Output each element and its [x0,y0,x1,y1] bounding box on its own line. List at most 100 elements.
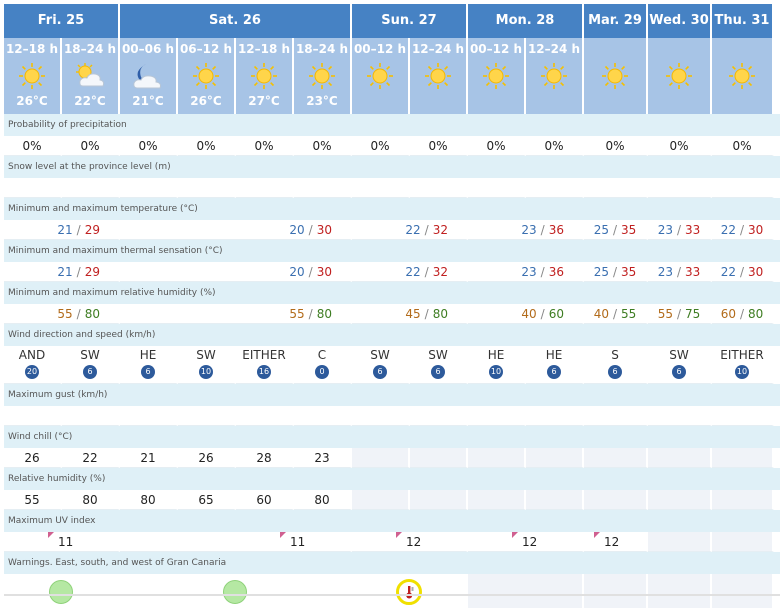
sun-icon [712,58,772,94]
day-header-thu[interactable]: Thu. 31 [712,4,774,38]
period-label: 12–24 h [527,42,581,56]
wind-label: Wind direction and speed (km/h) [4,324,780,346]
period-label [584,38,646,58]
wind-direction: AND [18,348,46,362]
day-header-mar[interactable]: Mar. 29 [584,4,648,38]
period-temp: 26°C [190,94,222,108]
wind-speed-badge: 16 [257,365,271,379]
wind-row: AND 20 SW 6 HE 6 SW 10 EITHER 16 C 0 SW 6 SW 6 HE 10 HE 6 S 6… [4,346,780,384]
sun-icon [4,58,60,94]
day-header-row: Fri. 25 Sat. 26 Sun. 27 Mon. 28 Mar. 29 … [4,4,780,38]
sun-icon [648,58,710,94]
rh-value: 80 [62,490,120,510]
period-temp: 23°C [306,94,338,108]
chill-value [352,448,410,468]
max-value: 35 [621,265,637,279]
separator: / [540,265,545,279]
thermal-minmax: 25/35 [584,262,648,282]
max-value: 30 [748,223,764,237]
max-value: 60 [548,307,564,321]
period-label: 12–18 h [5,42,59,56]
max-value: 29 [84,223,100,237]
temp-label: Minimum and maximum temperature (°C) [4,198,780,220]
gust-label: Maximum gust (km/h) [4,384,780,406]
humidity_mm-minmax: 55/80 [4,304,120,324]
humidity_mm-minmax: 60/80 [712,304,774,324]
warning-empty-cell [712,574,774,608]
period-cell [648,38,712,114]
uv-flag-icon [396,532,402,538]
wind-speed-badge: 6 [431,365,445,379]
uv-flag-icon [594,532,600,538]
separator: / [308,307,313,321]
rh-value: 55 [4,490,62,510]
warning-cell [4,574,120,608]
temp-minmax: 22/30 [712,220,774,240]
min-value: 45 [405,307,421,321]
warning-green-icon[interactable] [223,580,247,604]
separator: / [424,223,429,237]
min-value: 25 [593,223,609,237]
snow-value [648,178,712,198]
wind-speed: 10 [736,367,748,376]
wind-cell: HE 10 [468,346,526,384]
wind-cell: S6 [584,346,648,384]
warning-heat-icon[interactable] [396,579,422,605]
temp-minmax: 23/36 [468,220,584,240]
snow-value [526,178,584,198]
period-temp: 22°C [74,94,106,108]
wind-cell: SW 6 [410,346,468,384]
warning-green-icon[interactable] [49,580,73,604]
max-value: 32 [432,265,448,279]
separator: / [308,223,313,237]
period-label: 18–24 h [63,42,117,56]
separator: / [76,223,81,237]
period-cell: 18–24 h 22°C [62,38,120,114]
bottom-divider [4,594,780,596]
precip-value: 0% [648,136,712,156]
uv-value: 11 [58,535,74,549]
humidity_mm-minmax: 45/80 [352,304,468,324]
gust-value [178,406,236,426]
separator: / [739,307,745,321]
wind-cell: SW 10 [178,346,236,384]
wind-direction: HE [487,348,505,362]
rh-value: 80 [294,490,352,510]
min-value: 25 [593,265,609,279]
precip-row: 0% 0% 0% 0% 0% 0% 0% 0% 0% 0% 0% 0% 0% [4,136,780,156]
uv-cell: 12 [468,532,584,552]
day-header-sat[interactable]: Sat. 26 [120,4,352,38]
period-row: 12–18 h 26°C 18–24 h 22°C 00–06 h 21°C 06–12 h… [4,38,780,114]
wind-speed: 6 [87,367,93,376]
gust-value [410,406,468,426]
min-value: 20 [289,223,305,237]
snow-value [352,178,410,198]
warning-cell [120,574,352,608]
wind-speed: 20 [26,367,38,376]
period-cell: 00–12 h [352,38,410,114]
snow-value [712,178,774,198]
wind-direction: SW [669,348,689,362]
day-header-wed[interactable]: Wed. 30 [648,4,712,38]
wind-speed: 6 [145,367,151,376]
humidity_mm-minmax: 55/75 [648,304,712,324]
wind-speed: 6 [435,367,441,376]
day-header-fri[interactable]: Fri. 25 [4,4,120,38]
rh-value: 65 [178,490,236,510]
day-header-sun[interactable]: Sun. 27 [352,4,468,38]
wind-direction: EITHER [720,348,764,362]
separator: / [424,265,429,279]
separator: / [76,265,81,279]
max-value: 30 [748,265,764,279]
max-value: 30 [316,223,332,237]
min-value: 23 [521,265,537,279]
sun-icon [178,58,234,94]
uv-label: Maximum UV index [4,510,780,532]
min-value: 22 [720,223,736,237]
day-header-mon[interactable]: Mon. 28 [468,4,584,38]
wind-direction: SW [370,348,390,362]
sun-icon [526,58,582,94]
period-temp: 27°C [248,94,280,108]
humidity_mm-minmax: 55/80 [120,304,352,324]
min-value: 40 [593,307,609,321]
